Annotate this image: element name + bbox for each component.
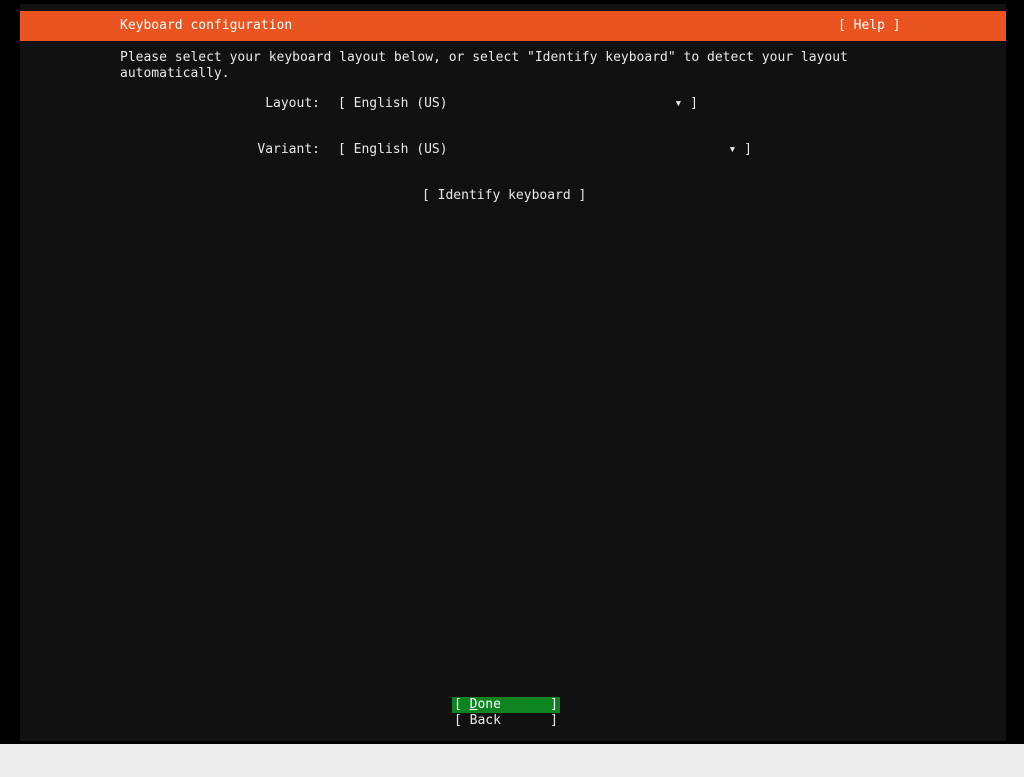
help-button[interactable]: [ Help ] (838, 18, 901, 34)
variant-selected-value: [ English (US) (338, 142, 448, 157)
installer-panel: Keyboard configuration [ Help ] Please s… (20, 4, 1006, 741)
variant-dropdown-arrow-icon: ▾ ] (728, 142, 752, 157)
title-bar: Keyboard configuration [ Help ] (20, 11, 1006, 41)
back-label: Back (469, 713, 501, 728)
back-open-bracket: [ (454, 713, 470, 728)
done-close-bracket: ] (550, 697, 558, 712)
instructions-text: Please select your keyboard layout below… (120, 50, 848, 81)
layout-selected-value: [ English (US) (338, 96, 448, 111)
done-button[interactable]: [ Done ] (452, 697, 560, 713)
layout-label: Layout: (265, 96, 320, 111)
done-label: Done (469, 697, 501, 712)
variant-label: Variant: (257, 142, 320, 157)
done-button-text: [ Done (454, 697, 501, 713)
variant-dropdown[interactable]: [ English (US) ▾ ] (338, 142, 752, 158)
page-title: Keyboard configuration (120, 18, 293, 33)
layout-dropdown-arrow-icon: ▾ ] (674, 96, 698, 111)
identify-keyboard-button[interactable]: [ Identify keyboard ] (422, 188, 586, 204)
layout-dropdown[interactable]: [ English (US) ▾ ] (338, 96, 698, 112)
terminal-screen: Keyboard configuration [ Help ] Please s… (0, 0, 1024, 744)
back-close-bracket: ] (550, 713, 558, 728)
back-button[interactable]: [ Back ] (452, 713, 560, 729)
back-button-text: [ Back (454, 713, 501, 729)
done-open-bracket: [ (454, 697, 470, 712)
